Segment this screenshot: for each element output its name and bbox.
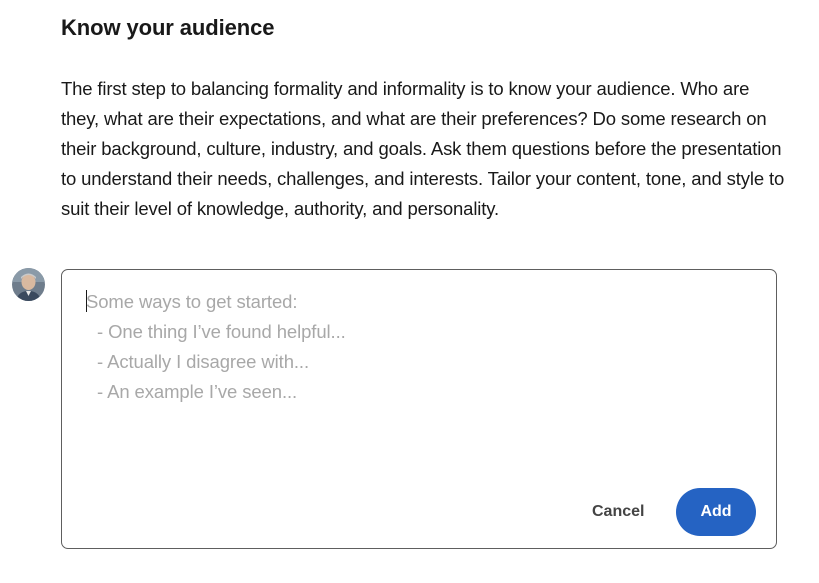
- user-avatar-icon[interactable]: [12, 268, 45, 301]
- placeholder-line: - Actually I disagree with...: [97, 351, 310, 372]
- add-button[interactable]: Add: [676, 488, 756, 536]
- cancel-button[interactable]: Cancel: [574, 489, 662, 535]
- comment-input[interactable]: Some ways to get started: - One thing I’…: [61, 269, 777, 549]
- section-body: The first step to balancing formality an…: [61, 78, 785, 219]
- placeholder-line: - One thing I’ve found helpful...: [97, 321, 346, 342]
- placeholder-line: Some ways to get started:: [86, 291, 298, 312]
- placeholder-line: - An example I’ve seen...: [97, 381, 298, 402]
- comment-placeholder: Some ways to get started: - One thing I’…: [86, 287, 346, 407]
- section-title: Know your audience: [61, 15, 275, 40]
